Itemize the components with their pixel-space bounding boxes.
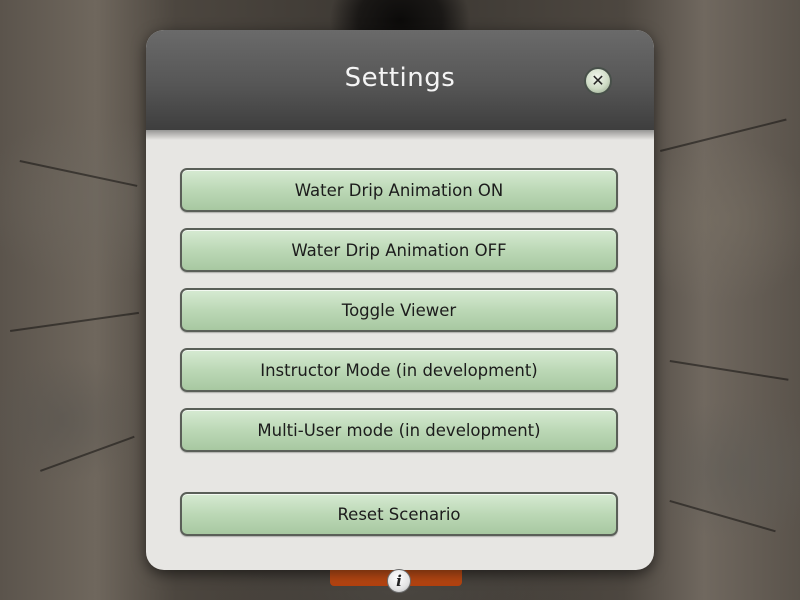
instructor-mode-button[interactable]: Instructor Mode (in development) <box>180 348 618 392</box>
dialog-header: Settings ✕ <box>146 30 654 140</box>
water-drip-on-button[interactable]: Water Drip Animation ON <box>180 168 618 212</box>
settings-dialog: Settings ✕ Water Drip Animation ON Water… <box>146 30 654 570</box>
reset-scenario-button[interactable]: Reset Scenario <box>180 492 618 536</box>
info-icon[interactable]: i <box>387 569 411 593</box>
dialog-title: Settings <box>344 63 456 93</box>
multi-user-mode-button[interactable]: Multi-User mode (in development) <box>180 408 618 452</box>
close-icon[interactable]: ✕ <box>584 67 612 95</box>
toggle-viewer-button[interactable]: Toggle Viewer <box>180 288 618 332</box>
water-drip-off-button[interactable]: Water Drip Animation OFF <box>180 228 618 272</box>
